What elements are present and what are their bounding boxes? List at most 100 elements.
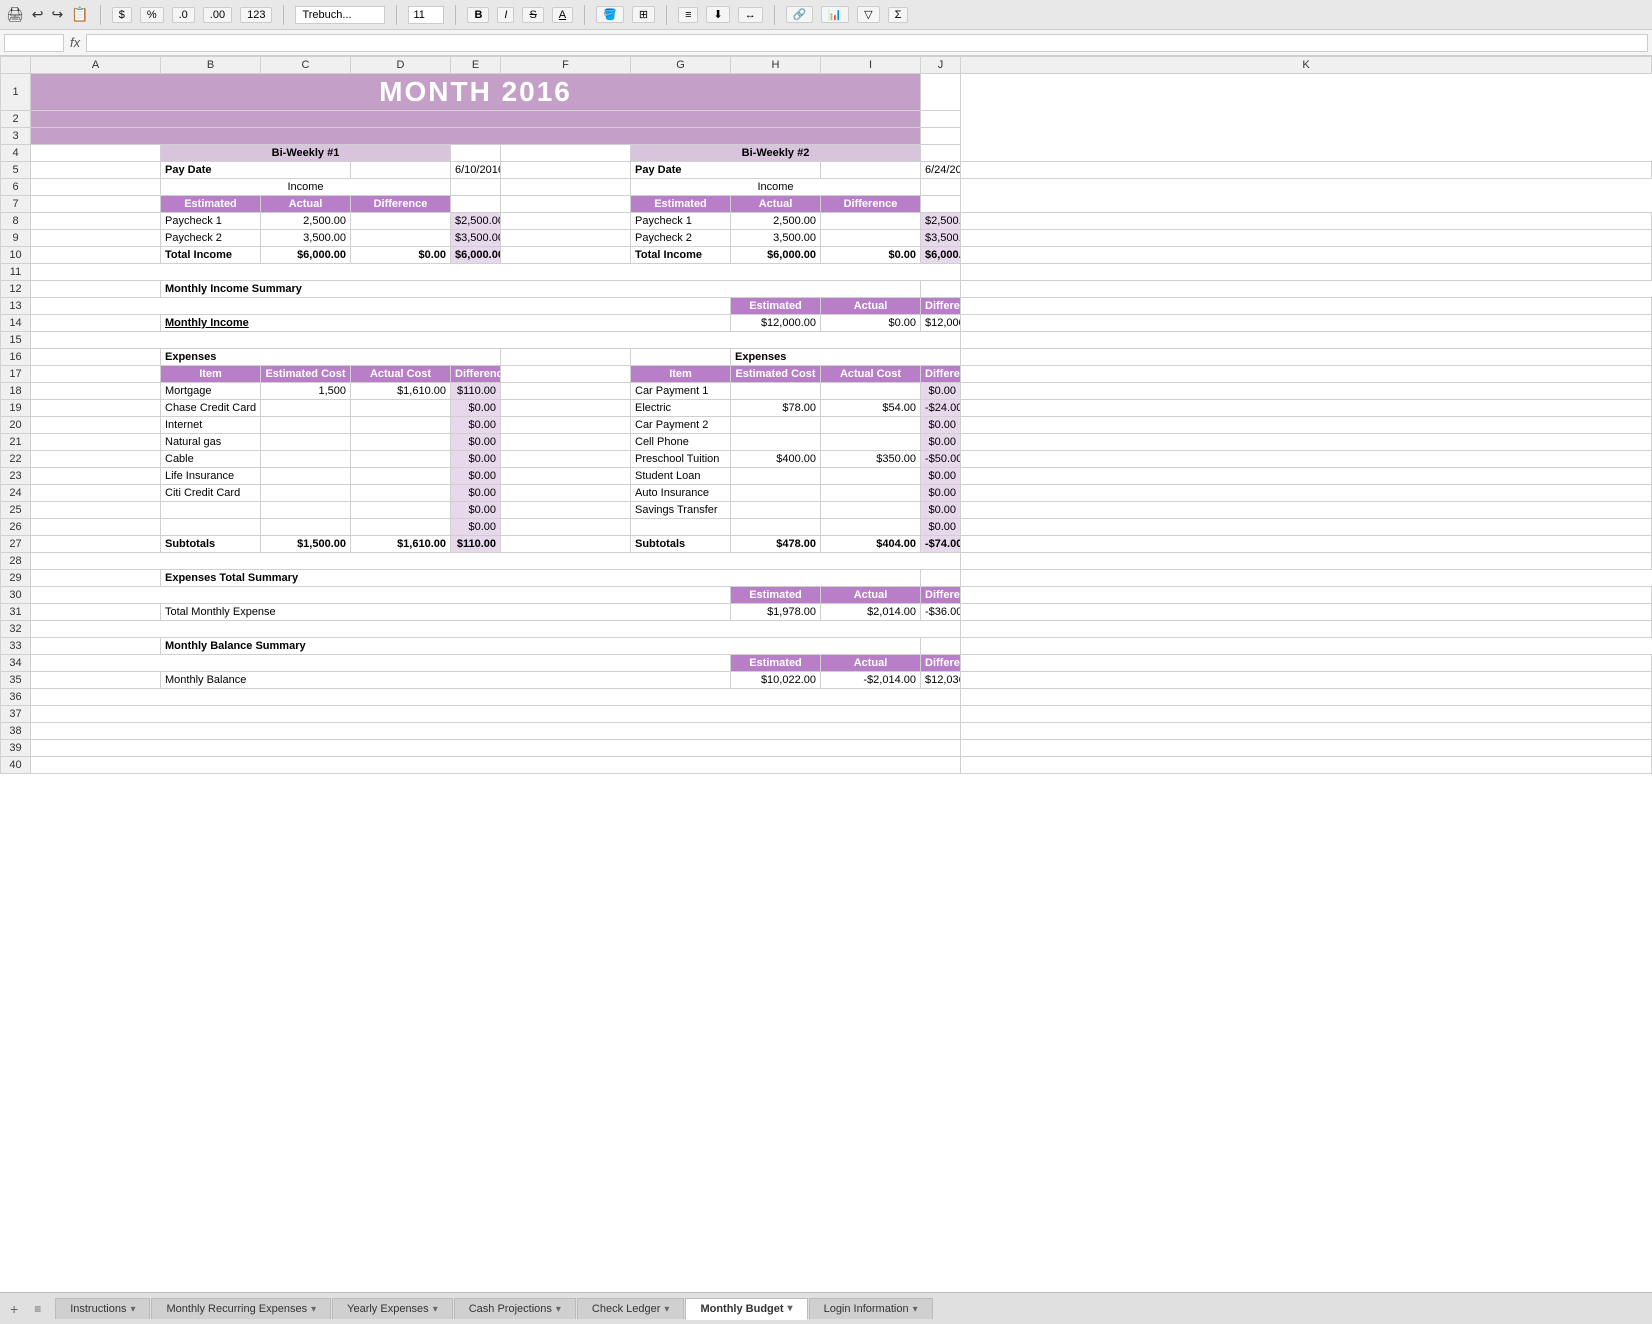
cell-k3[interactable] [921, 128, 961, 145]
sheet-list-icon[interactable]: ≡ [28, 1300, 47, 1318]
cell-f10[interactable] [501, 247, 631, 264]
cell-k30[interactable] [961, 587, 1652, 604]
cell-k14[interactable] [961, 315, 1652, 332]
row-header-3[interactable]: 3 [1, 128, 31, 145]
cell-f5[interactable] [501, 162, 631, 179]
cell-reference-input[interactable] [4, 34, 64, 52]
filter-btn[interactable]: ▽ [857, 6, 879, 23]
row-header-38[interactable]: 38 [1, 723, 31, 740]
align-mid-btn[interactable]: ⬇ [706, 6, 729, 23]
cell-b7[interactable] [31, 196, 161, 213]
cell-f6[interactable] [451, 179, 501, 196]
col-header-a[interactable]: A [31, 57, 161, 74]
row-header-15[interactable]: 15 [1, 332, 31, 349]
cell-b19[interactable] [31, 400, 161, 417]
cell-g6[interactable] [501, 179, 631, 196]
row-header-10[interactable]: 10 [1, 247, 31, 264]
row-header-18[interactable]: 18 [1, 383, 31, 400]
cell-k7[interactable] [921, 196, 961, 213]
row-header-14[interactable]: 14 [1, 315, 31, 332]
cell-k24[interactable] [961, 485, 1652, 502]
cell-f27[interactable] [501, 536, 631, 553]
italic-btn[interactable]: I [497, 7, 514, 23]
bold-btn[interactable]: B [467, 7, 489, 23]
row-header-19[interactable]: 19 [1, 400, 31, 417]
cell-k20[interactable] [961, 417, 1652, 434]
cell-k22[interactable] [961, 451, 1652, 468]
col-header-e[interactable]: E [451, 57, 501, 74]
cell-row32[interactable] [31, 621, 961, 638]
cell-b18[interactable] [31, 383, 161, 400]
redo-icon[interactable]: ↪ [52, 6, 64, 23]
row-header-22[interactable]: 22 [1, 451, 31, 468]
cell-d5[interactable] [351, 162, 451, 179]
cell-b22[interactable] [31, 451, 161, 468]
formula-input[interactable] [86, 34, 1648, 52]
row-header-29[interactable]: 29 [1, 570, 31, 587]
cell-f22[interactable] [501, 451, 631, 468]
cell-k5[interactable] [961, 162, 1652, 179]
row-header-20[interactable]: 20 [1, 417, 31, 434]
row-header-6[interactable]: 6 [1, 179, 31, 196]
cell-f18[interactable] [501, 383, 631, 400]
cell-g16[interactable] [631, 349, 731, 366]
col-header-h[interactable]: H [731, 57, 821, 74]
cell-b20[interactable] [31, 417, 161, 434]
cell-k8[interactable] [961, 213, 1652, 230]
tab-monthly-recurring[interactable]: Monthly Recurring Expenses ▾ [151, 1298, 331, 1319]
cell-f17[interactable] [501, 366, 631, 383]
cell-b5[interactable] [31, 162, 161, 179]
tab-cash-projections[interactable]: Cash Projections ▾ [454, 1298, 576, 1319]
col-header-i[interactable]: I [821, 57, 921, 74]
cell-k18[interactable] [961, 383, 1652, 400]
cell-i5[interactable] [821, 162, 921, 179]
cell-b16[interactable] [31, 349, 161, 366]
cell-b35[interactable] [31, 672, 161, 689]
row-header-9[interactable]: 9 [1, 230, 31, 247]
cell-k25[interactable] [961, 502, 1652, 519]
cell-b14[interactable] [31, 315, 161, 332]
row-header-24[interactable]: 24 [1, 485, 31, 502]
cell-k33[interactable] [921, 638, 961, 655]
cell-f9[interactable] [501, 230, 631, 247]
row-header-33[interactable]: 33 [1, 638, 31, 655]
cell-b10[interactable] [31, 247, 161, 264]
row-header-13[interactable]: 13 [1, 298, 31, 315]
cell-b25[interactable] [31, 502, 161, 519]
row-header-23[interactable]: 23 [1, 468, 31, 485]
cell-b9[interactable] [31, 230, 161, 247]
cell-row15[interactable] [31, 332, 961, 349]
row-header-28[interactable]: 28 [1, 553, 31, 570]
row-header-27[interactable]: 27 [1, 536, 31, 553]
cell-f26[interactable] [501, 519, 631, 536]
cell-k12[interactable] [921, 281, 961, 298]
tab-yearly-expenses[interactable]: Yearly Expenses ▾ [332, 1298, 453, 1319]
cell-b27[interactable] [31, 536, 161, 553]
row-header-16[interactable]: 16 [1, 349, 31, 366]
cell-k35[interactable] [961, 672, 1652, 689]
cell-b21[interactable] [31, 434, 161, 451]
col-header-c[interactable]: C [261, 57, 351, 74]
cell-b12[interactable] [31, 281, 161, 298]
row-header-4[interactable]: 4 [1, 145, 31, 162]
cell-f24[interactable] [501, 485, 631, 502]
cell-f8[interactable] [501, 213, 631, 230]
cell-k13[interactable] [961, 298, 1652, 315]
add-sheet-button[interactable]: + [4, 1299, 24, 1319]
cell-b4[interactable] [31, 145, 161, 162]
cell-f23[interactable] [501, 468, 631, 485]
cell-f19[interactable] [501, 400, 631, 417]
tab-check-ledger[interactable]: Check Ledger ▾ [577, 1298, 685, 1319]
cell-f25[interactable] [501, 502, 631, 519]
cell-k32[interactable] [961, 621, 1652, 638]
percent-btn[interactable]: % [140, 7, 164, 23]
tab-monthly-budget[interactable]: Monthly Budget ▾ [685, 1298, 807, 1320]
row-header-39[interactable]: 39 [1, 740, 31, 757]
row-header-30[interactable]: 30 [1, 587, 31, 604]
cell-f7[interactable] [451, 196, 501, 213]
cell-b6[interactable] [31, 179, 161, 196]
cell-g4[interactable] [501, 145, 631, 162]
cell-k11[interactable] [961, 264, 1652, 281]
align-right-btn[interactable]: ↔ [738, 7, 763, 23]
row-header-2[interactable]: 2 [1, 111, 31, 128]
